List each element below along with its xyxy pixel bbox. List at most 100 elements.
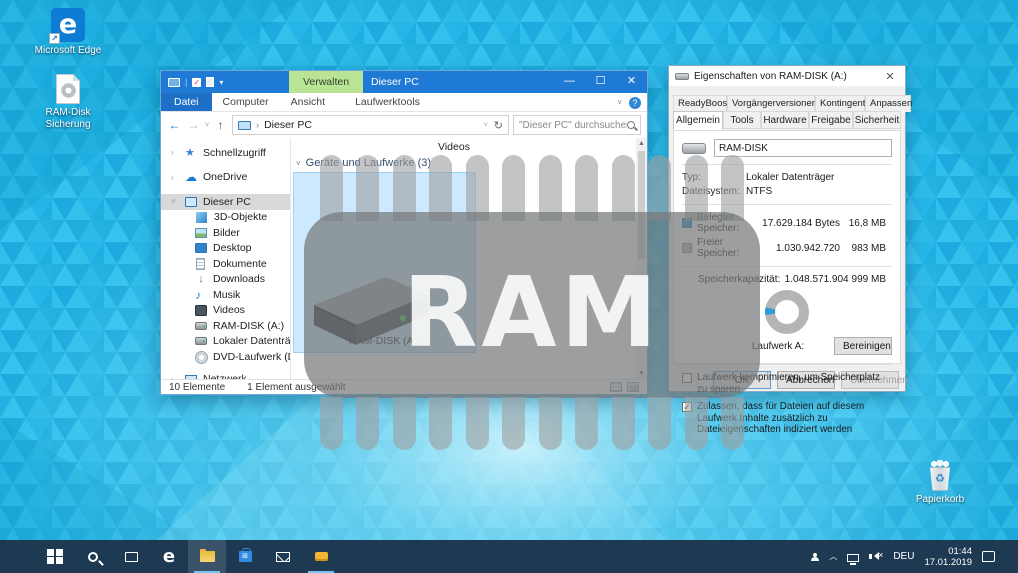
refresh-icon[interactable]: ↻ xyxy=(494,119,503,132)
drive-icon xyxy=(682,142,706,154)
qat-caret-icon[interactable]: ▾ xyxy=(219,78,223,87)
volume-name-field[interactable] xyxy=(714,139,892,157)
address-box[interactable]: › Dieser PC ˅ ↻ xyxy=(232,115,509,135)
sidebar-item-schnellzugriff[interactable]: › ★ Schnellzugriff xyxy=(161,145,290,161)
tab-allgemein[interactable]: Allgemein xyxy=(673,111,723,130)
details-view-icon[interactable] xyxy=(610,382,622,392)
desktop-icon-recycle-bin[interactable]: ♻ Papierkorb xyxy=(901,460,979,506)
tab-readyboost[interactable]: ReadyBoost xyxy=(673,95,730,112)
sidebar-item-dieser-pc[interactable]: ˅ Dieser PC xyxy=(161,194,290,210)
sidebar-item-lokaler-datentraeger[interactable]: Lokaler Datenträger (C:) xyxy=(161,334,290,350)
sidebar-item-desktop[interactable]: Desktop xyxy=(161,241,290,257)
taskbar-search-button[interactable] xyxy=(74,540,112,573)
group-heading[interactable]: ˅ Geräte und Laufwerke (3) xyxy=(296,157,431,169)
close-icon[interactable]: ✕ xyxy=(881,70,899,83)
back-button[interactable]: ← xyxy=(167,118,182,132)
scroll-up-icon[interactable]: ▲ xyxy=(638,140,645,147)
volume-muted-icon[interactable]: × xyxy=(869,550,883,562)
language-indicator[interactable]: DEU xyxy=(893,551,914,562)
scroll-down-icon[interactable]: ▼ xyxy=(638,370,645,377)
cleanup-button[interactable]: Bereinigen xyxy=(834,337,892,355)
search-input[interactable] xyxy=(519,119,627,131)
sidebar-item-dokumente[interactable]: Dokumente xyxy=(161,256,290,272)
recycle-bin-icon: ♻ xyxy=(927,460,953,491)
properties-check-icon[interactable]: ✓ xyxy=(192,77,202,87)
hidden-icons-chevron[interactable]: ︿ xyxy=(829,551,837,562)
taskbar-edge-button[interactable]: e xyxy=(150,540,188,573)
breadcrumb[interactable]: Dieser PC xyxy=(264,119,312,131)
tab-kontingent[interactable]: Kontingent xyxy=(815,95,865,112)
navigation-pane: › ★ Schnellzugriff › ☁ OneDrive ˅ Dieser… xyxy=(161,138,291,379)
ribbon-collapse-icon[interactable]: ˅ xyxy=(617,98,622,107)
dialog-tabs-row-back: ReadyBoost Vorgängerversionen Kontingent… xyxy=(669,86,912,112)
compress-checkbox[interactable] xyxy=(682,373,692,383)
sidebar-item-downloads[interactable]: ↓ Downloads xyxy=(161,272,290,288)
sidebar-item-onedrive[interactable]: › ☁ OneDrive xyxy=(161,170,290,186)
address-dropdown-icon[interactable]: ˅ xyxy=(484,122,488,129)
scrollbar-thumb[interactable] xyxy=(638,151,645,259)
dialog-titlebar[interactable]: Eigenschaften von RAM-DISK (A:) ✕ xyxy=(669,66,905,86)
taskbar-explorer-button[interactable] xyxy=(188,540,226,573)
people-icon[interactable] xyxy=(811,552,820,561)
sidebar-item-videos[interactable]: Videos xyxy=(161,303,290,319)
tab-vorgaengerversionen[interactable]: Vorgängerversionen xyxy=(727,95,817,112)
tab-hardware[interactable]: Hardware xyxy=(761,111,809,129)
tab-anpassen[interactable]: Anpassen xyxy=(865,95,912,112)
computer-icon[interactable] xyxy=(168,77,180,87)
start-button[interactable] xyxy=(36,540,74,573)
tab-sicherheit[interactable]: Sicherheit xyxy=(853,111,901,129)
up-button[interactable]: ↑ xyxy=(213,118,228,132)
vertical-scrollbar[interactable]: ▲ ▼ xyxy=(636,138,647,379)
dialog-tabs-row-front: Allgemein Tools Hardware Freigabe Sicher… xyxy=(669,111,905,130)
desktop-icon-ramdisk-backup[interactable]: RAM-Disk Sicherung xyxy=(29,74,107,131)
sidebar-item-netzwerk[interactable]: › Netzwerk xyxy=(161,372,290,379)
task-view-button[interactable] xyxy=(112,540,150,573)
folder-tile-label[interactable]: Videos xyxy=(389,141,519,153)
sidebar-item-label: Dokumente xyxy=(213,257,267,270)
sidebar-item-bilder[interactable]: Bilder xyxy=(161,225,290,241)
tab-ansicht[interactable]: Ansicht xyxy=(280,93,336,111)
tab-computer[interactable]: Computer xyxy=(212,93,280,111)
explorer-titlebar[interactable]: | ✓ ▾ Verwalten Dieser PC — ☐ ✕ xyxy=(161,71,647,93)
sidebar-item-dvd-laufwerk[interactable]: DVD-Laufwerk (D:) CCCC xyxy=(161,349,290,365)
recent-locations-icon[interactable]: ˅ xyxy=(205,122,209,129)
pictures-icon xyxy=(195,227,207,238)
filesystem-value: NTFS xyxy=(746,186,773,197)
compress-checkbox-label: Laufwerk komprimieren, um Speicherplatz … xyxy=(697,372,880,395)
maximize-button[interactable]: ☐ xyxy=(585,71,616,93)
tab-laufwerktools[interactable]: Laufwerktools xyxy=(344,93,431,111)
clock[interactable]: 01:44 17.01.2019 xyxy=(924,546,972,568)
new-item-icon[interactable] xyxy=(206,77,215,87)
chevron-right-icon[interactable]: › xyxy=(171,148,179,157)
sidebar-item-ram-disk[interactable]: RAM-DISK (A:) xyxy=(161,318,290,334)
sidebar-item-3d-objekte[interactable]: 3D-Objekte xyxy=(161,210,290,226)
taskbar-mail-button[interactable] xyxy=(264,540,302,573)
close-button[interactable]: ✕ xyxy=(616,71,647,93)
minimize-button[interactable]: — xyxy=(554,71,585,93)
breadcrumb-separator: › xyxy=(256,120,260,130)
index-checkbox-label: Zulassen, dass für Dateien auf diesem La… xyxy=(697,401,865,435)
tab-datei[interactable]: Datei xyxy=(161,93,212,111)
capacity-label: Speicherkapazität: xyxy=(698,274,781,285)
taskbar-ramdisk-app-button[interactable] xyxy=(302,540,340,573)
desktop-icon-edge[interactable]: e ↗ Microsoft Edge xyxy=(29,8,107,57)
index-checkbox[interactable]: ✓ xyxy=(682,402,692,412)
free-space-swatch xyxy=(682,243,692,253)
sidebar-item-musik[interactable]: ♪ Musik xyxy=(161,287,290,303)
search-box[interactable] xyxy=(513,115,641,135)
tab-tools[interactable]: Tools xyxy=(723,111,761,129)
chevron-down-icon[interactable]: ˅ xyxy=(171,197,179,206)
taskbar-store-button[interactable]: ⊞ xyxy=(226,540,264,573)
chevron-right-icon[interactable]: › xyxy=(171,173,179,182)
tab-freigabe[interactable]: Freigabe xyxy=(809,111,853,129)
help-icon[interactable]: ? xyxy=(629,96,641,109)
ramdisk-app-icon xyxy=(314,552,328,561)
thumbnail-view-icon[interactable] xyxy=(627,382,639,392)
drive-tile-ram-disk[interactable]: RAM-DISK (A:) xyxy=(293,172,476,353)
forward-button[interactable]: → xyxy=(186,118,201,132)
network-icon[interactable] xyxy=(847,553,860,562)
used-space-bytes: 17.629.184 Bytes xyxy=(762,217,840,229)
contextual-tab-verwalten[interactable]: Verwalten xyxy=(289,71,363,93)
action-center-icon[interactable] xyxy=(982,551,995,562)
chevron-down-icon[interactable]: ˅ xyxy=(296,159,301,168)
